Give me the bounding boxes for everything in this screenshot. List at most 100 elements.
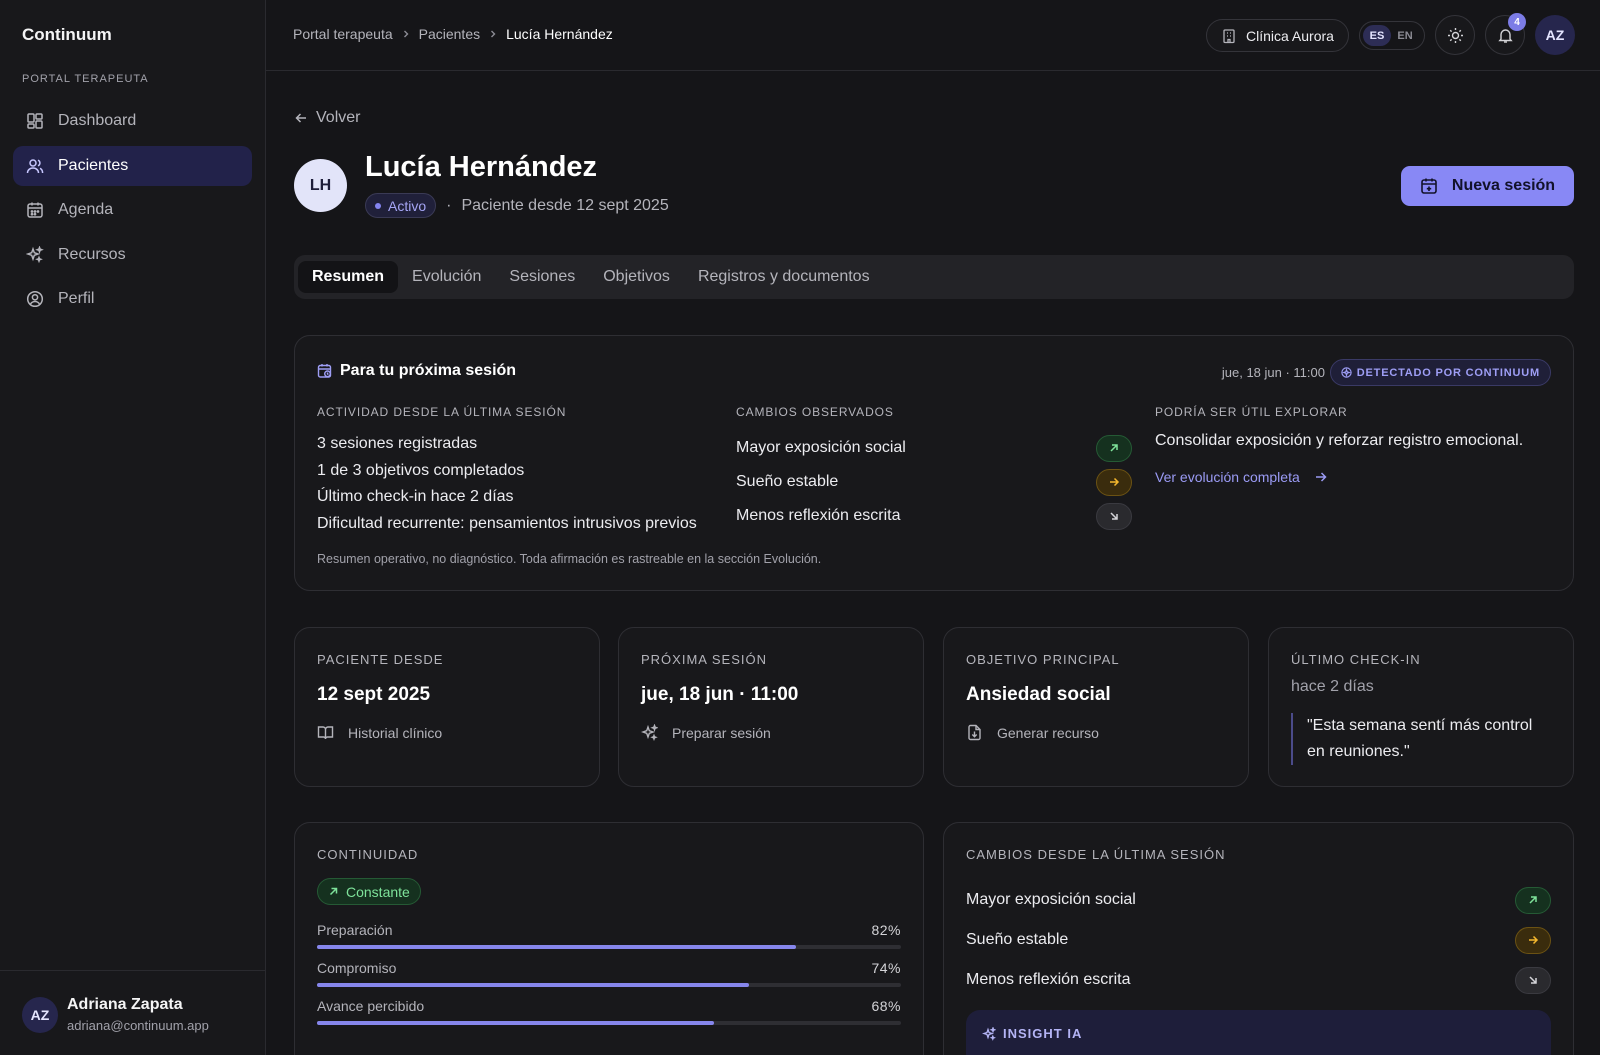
user-name: Adriana Zapata <box>67 996 183 1013</box>
sparkles-icon <box>641 724 658 741</box>
sidebar: Continuum PORTAL TERAPEUTA Dashboard Pac… <box>0 0 266 1055</box>
change-label: Menos reflexión escrita <box>966 971 1131 988</box>
user-avatar-button[interactable]: AZ <box>1535 15 1575 55</box>
sidebar-item-label: Dashboard <box>58 112 137 129</box>
progress-label: Avance percibido <box>317 998 425 1014</box>
theme-toggle-button[interactable] <box>1435 15 1475 55</box>
progress-row: Avance percibido 68% <box>317 998 901 1025</box>
sidebar-item-recursos[interactable]: Recursos <box>13 235 252 275</box>
view-evolution-link[interactable]: Ver evolución completa <box>1155 469 1328 485</box>
arrow-down-right-icon <box>1108 510 1120 522</box>
progress-fill <box>317 983 750 987</box>
tab-registros[interactable]: Registros y documentos <box>684 261 884 293</box>
continuity-card: CONTINUIDAD Constante Preparación 82% Com… <box>294 822 924 1055</box>
sidebar-item-agenda[interactable]: Agenda <box>13 190 252 230</box>
back-label: Volver <box>316 109 361 126</box>
sidebar-item-pacientes[interactable]: Pacientes <box>13 145 252 186</box>
change-label: Sueño estable <box>736 473 839 490</box>
checkin-quote: "Esta semana sentí más control en reunio… <box>1291 713 1551 765</box>
stat-card-patient-since: PACIENTE DESDE 12 sept 2025 Historial cl… <box>294 627 600 787</box>
stat-heading: PRÓXIMA SESIÓN <box>641 652 767 667</box>
back-link[interactable]: Volver <box>294 109 360 127</box>
next-session-card: Para tu próxima sesión jue, 18 jun · 11:… <box>294 335 1574 591</box>
dashboard-icon <box>26 112 44 130</box>
trend-up-badge <box>1096 434 1132 462</box>
clinic-selector-button[interactable]: Clínica Aurora <box>1206 19 1349 52</box>
language-toggle[interactable]: ES EN <box>1359 21 1425 50</box>
calendar-clock-icon <box>317 363 333 379</box>
status-dot <box>375 202 381 209</box>
next-session-title: Para tu próxima sesión <box>317 362 516 380</box>
progress-track <box>317 945 901 949</box>
tab-resumen[interactable]: Resumen <box>298 261 399 293</box>
continuity-badge: Constante <box>317 878 421 905</box>
change-row: Sueño estable <box>966 920 1551 960</box>
progress-fill <box>317 945 796 949</box>
checkin-time: hace 2 días <box>1291 678 1374 695</box>
breadcrumb: Portal terapeuta Pacientes Lucía Hernánd… <box>293 26 613 42</box>
stat-heading: ÚLTIMO CHECK-IN <box>1291 652 1421 667</box>
change-row: Mayor exposición social <box>966 880 1551 920</box>
status-badge: Activo <box>365 193 437 218</box>
user-email: adriana@continuum.app <box>67 1018 209 1033</box>
trend-flat-badge <box>1515 926 1551 954</box>
list-item: Último check-in hace 2 días <box>317 488 514 505</box>
progress-track <box>317 983 901 987</box>
changes-heading: CAMBIOS OBSERVADOS <box>736 405 894 419</box>
view-evolution-label: Ver evolución completa <box>1155 469 1300 485</box>
sidebar-item-label: Pacientes <box>58 156 129 174</box>
arrow-up-right-icon <box>328 886 339 897</box>
sparkles-icon <box>26 245 44 264</box>
avatar: AZ <box>22 997 58 1033</box>
topbar: Portal terapeuta Pacientes Lucía Hernánd… <box>266 0 1600 71</box>
notifications-button[interactable]: 4 <box>1485 13 1526 55</box>
stat-card-main-goal: OBJETIVO PRINCIPAL Ansiedad social Gener… <box>943 627 1249 787</box>
stat-action-label: Generar recurso <box>997 724 1099 741</box>
stat-action-label: Preparar sesión <box>672 724 771 741</box>
breadcrumb-item[interactable]: Portal terapeuta <box>293 26 393 42</box>
arrow-right-icon <box>1108 476 1120 488</box>
list-item: 1 de 3 objetivos completados <box>317 461 525 479</box>
new-session-label: Nueva sesión <box>1451 177 1556 194</box>
clinic-name: Clínica Aurora <box>1246 27 1334 44</box>
calendar-plus-icon <box>1420 177 1438 195</box>
change-label: Menos reflexión escrita <box>736 507 901 524</box>
activity-list: 3 sesiones registradas 1 de 3 objetivos … <box>317 431 697 537</box>
sidebar-item-dashboard[interactable]: Dashboard <box>13 101 252 141</box>
progress-fill <box>317 1021 715 1025</box>
stat-value: jue, 18 jun · 11:00 <box>641 684 799 705</box>
arrow-right-icon <box>1527 934 1539 946</box>
breadcrumb-item[interactable]: Pacientes <box>419 26 480 42</box>
trend-up-badge <box>1515 886 1551 914</box>
stat-card-last-checkin: ÚLTIMO CHECK-IN hace 2 días "Esta semana… <box>1268 627 1574 787</box>
tab-bar: Resumen Evolución Sesiones Objetivos Reg… <box>294 255 1574 299</box>
arrow-down-right-icon <box>1527 974 1539 986</box>
explore-heading: PODRÍA SER ÚTIL EXPLORAR <box>1155 405 1348 419</box>
sparkles-icon <box>982 1026 996 1041</box>
sidebar-item-perfil[interactable]: Perfil <box>13 279 252 319</box>
book-icon <box>317 724 334 741</box>
prepare-session-link[interactable]: Preparar sesión <box>641 724 771 741</box>
sidebar-user[interactable]: AZ Adriana Zapata adriana@continuum.app <box>0 970 265 1055</box>
tab-objetivos[interactable]: Objetivos <box>589 261 684 293</box>
changes-card: CAMBIOS DESDE LA ÚLTIMA SESIÓN Mayor exp… <box>943 822 1574 1055</box>
tab-evolucion[interactable]: Evolución <box>398 261 495 293</box>
ai-insight-panel: INSIGHT IA <box>966 1010 1551 1055</box>
breadcrumb-current: Lucía Hernández <box>506 26 613 42</box>
arrow-right-icon <box>1314 470 1328 484</box>
new-session-button[interactable]: Nueva sesión <box>1401 166 1574 206</box>
progress-track <box>317 1021 901 1025</box>
change-label: Mayor exposición social <box>966 891 1136 908</box>
tab-sesiones[interactable]: Sesiones <box>495 261 589 293</box>
trend-down-badge <box>1515 966 1551 994</box>
language-option-es[interactable]: ES <box>1363 25 1391 46</box>
language-option-en[interactable]: EN <box>1391 25 1419 46</box>
generate-resource-link[interactable]: Generar recurso <box>966 724 1099 741</box>
stat-value: 12 sept 2025 <box>317 684 431 705</box>
clinical-history-link[interactable]: Historial clínico <box>317 724 442 741</box>
brand-logo[interactable]: Continuum <box>22 25 112 45</box>
continuity-badge-label: Constante <box>346 883 410 900</box>
next-session-title-text: Para tu próxima sesión <box>340 362 517 379</box>
summary-footnote: Resumen operativo, no diagnóstico. Toda … <box>317 552 822 566</box>
trend-down-badge <box>1096 502 1132 530</box>
